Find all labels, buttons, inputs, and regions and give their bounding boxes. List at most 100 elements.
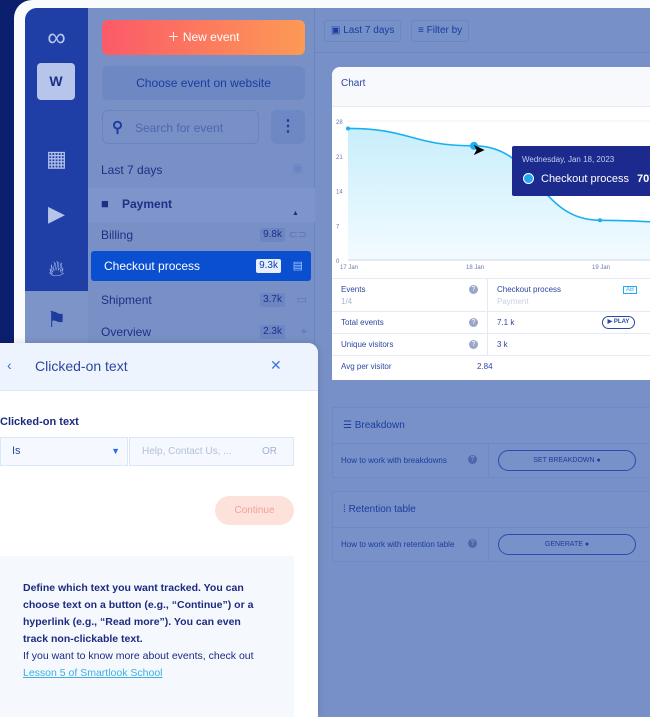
smartlook-school-link[interactable]: Lesson 5 of Smartlook School	[23, 667, 163, 679]
folder-label: Payment	[122, 197, 173, 211]
help-icon[interactable]: ?	[469, 340, 478, 349]
event-folder: Payment	[497, 297, 529, 306]
help-icon[interactable]: ?	[469, 318, 478, 327]
text-value-placeholder: Help, Contact Us, ...	[142, 446, 232, 457]
unique-visitors-value: 3 k	[497, 340, 508, 349]
y-tick-label: 7	[336, 224, 340, 230]
event-label: Billing	[101, 228, 134, 242]
search-placeholder: Search for event	[135, 121, 224, 135]
breakdown-help[interactable]: How to work with breakdowns	[341, 456, 447, 465]
x-tick-label: 17 Jan	[340, 265, 358, 271]
help-text: If you want to know more about events, c…	[23, 650, 254, 662]
operator-select[interactable]: Is ▼	[0, 437, 128, 466]
search-input[interactable]: ⚲ Search for event	[102, 110, 259, 144]
dialog-title: Clicked-on text	[35, 358, 128, 374]
choose-event-button[interactable]: Choose event on website	[102, 66, 305, 100]
event-count: 2.3k	[260, 325, 285, 339]
avg-per-visitor-value: 2.84	[477, 362, 493, 371]
period-label: Last 7 days	[101, 163, 163, 177]
or-label: OR	[262, 446, 277, 457]
back-icon[interactable]: ‹	[7, 357, 12, 373]
calendar-icon[interactable]: ▣	[292, 161, 303, 175]
fire-icon[interactable]: 🔥︎	[25, 256, 88, 282]
event-item-shipment[interactable]: Shipment 3.7k ▭	[88, 284, 315, 316]
close-icon[interactable]: ✕	[270, 357, 282, 374]
event-label: Overview	[101, 325, 152, 339]
tooltip-value: 707 e	[637, 173, 650, 185]
series-dot	[523, 173, 534, 184]
clicked-on-text-dialog: ‹ Clicked-on text ✕ Clicked-on text Is ▼ …	[0, 343, 318, 717]
event-count: 3.7k	[260, 293, 285, 307]
x-tick-label: 19 Jan	[592, 265, 610, 271]
operator-value: Is	[12, 445, 21, 457]
event-label: Shipment	[101, 293, 152, 307]
ab-test-icon: ▤	[292, 260, 303, 272]
workspace-button[interactable]: W	[37, 63, 75, 100]
plus-icon: ＋	[167, 30, 183, 44]
breakdown-title: Breakdown	[354, 420, 405, 431]
retention-help[interactable]: How to work with retention table	[341, 540, 454, 549]
help-icon[interactable]: ?	[468, 455, 477, 464]
play-label: PLAY	[613, 319, 630, 325]
generate-button[interactable]: GENERATE ●	[498, 534, 636, 555]
collapse-icon[interactable]: ▲	[292, 210, 299, 217]
set-breakdown-button[interactable]: SET BREAKDOWN ●	[498, 450, 636, 471]
stats-table: Events 1/4 ? Checkout process Payment AB…	[332, 278, 650, 377]
dashboard-icon[interactable]: ▦	[25, 146, 88, 172]
data-point	[346, 126, 350, 131]
help-icon[interactable]: ?	[468, 539, 477, 548]
events-label: Events	[341, 285, 366, 294]
unique-visitors-label: Unique visitors	[341, 340, 394, 349]
filter-icon: ≡	[418, 25, 427, 36]
y-tick-label: 21	[336, 155, 343, 161]
event-item-billing[interactable]: Billing 9.8k ⊂⊃	[88, 219, 315, 251]
events-sub: 1/4	[341, 297, 353, 306]
help-bold-text: Define which text you want tracked. You …	[23, 582, 254, 645]
flag-icon: ⚑	[46, 307, 67, 332]
y-tick-label: 28	[336, 120, 343, 126]
text-value-input[interactable]: Help, Contact Us, ... OR	[129, 437, 294, 466]
y-tick-label: 14	[336, 190, 343, 196]
breakdown-section: ☰ Breakdown How to work with breakdowns?…	[332, 407, 650, 478]
set-breakdown-label: SET BREAKDOWN	[533, 457, 595, 464]
rectangle-icon: ▭	[296, 294, 307, 306]
event-label: Checkout process	[104, 259, 201, 273]
chart-card: Chart 0714212817 Jan18 Jan19 Jan20 Jan W…	[332, 67, 650, 380]
event-count: 9.3k	[256, 259, 281, 273]
event-count: 9.8k	[260, 228, 285, 242]
date-range-button[interactable]: ▣ Last 7 days	[324, 20, 402, 42]
new-event-button[interactable]: ＋ New event	[102, 20, 305, 55]
ab-badge: AB	[623, 286, 638, 294]
retention-section: ⁞ Retention table How to work with reten…	[332, 491, 650, 562]
x-tick-label: 18 Jan	[466, 265, 484, 271]
event-item-checkout-process[interactable]: Checkout process 9.3k ▤	[91, 251, 311, 281]
infinity-logo-icon[interactable]: ∞	[25, 22, 88, 53]
avg-per-visitor-label: Avg per visitor	[341, 362, 392, 371]
play-icon[interactable]: ▶	[25, 201, 88, 227]
new-event-label: New event	[182, 30, 240, 44]
play-button[interactable]: ▶ PLAY	[602, 316, 635, 329]
retention-title: Retention table	[348, 504, 416, 515]
continue-button[interactable]: Continue	[215, 496, 294, 525]
event-name: Checkout process	[497, 285, 562, 294]
calendar-icon: ▣	[331, 25, 344, 36]
chevron-down-icon: ▼	[111, 446, 120, 456]
filter-button[interactable]: ≡ Filter by	[411, 20, 470, 42]
folder-icon: ■	[101, 196, 109, 211]
field-label: Clicked-on text	[0, 416, 79, 428]
total-events-value: 7.1 k	[497, 318, 515, 327]
chart-title: Chart	[332, 67, 650, 107]
breakdown-icon: ☰	[343, 420, 355, 431]
tooltip-date: Wednesday, Jan 18, 2023	[522, 155, 615, 164]
date-range-label: Last 7 days	[343, 25, 395, 36]
filter-label: Filter by	[426, 25, 463, 36]
search-icon: ⚲	[112, 119, 123, 136]
folder-payment[interactable]: ■ Payment ▲	[88, 188, 315, 222]
help-box: Define which text you want tracked. You …	[0, 556, 294, 717]
link-icon: ⊂⊃	[288, 229, 307, 241]
help-icon[interactable]: ?	[469, 285, 478, 294]
chart-tooltip: Wednesday, Jan 18, 2023 Checkout process…	[512, 146, 650, 196]
more-options-button[interactable]: ⋮	[271, 110, 305, 144]
sidebar-item-events[interactable]: ⚑	[25, 291, 88, 351]
total-events-label: Total events	[341, 318, 384, 327]
